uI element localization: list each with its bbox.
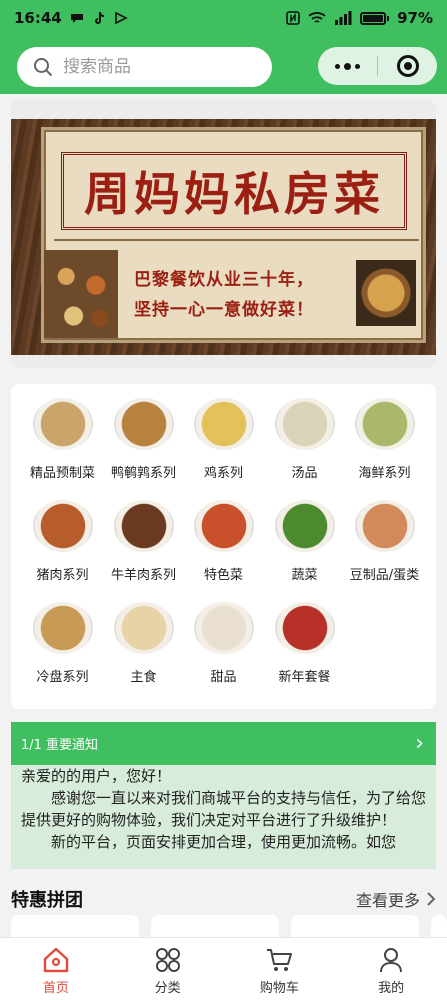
category-label: 特色菜 (203, 568, 243, 583)
category-image (193, 602, 254, 654)
category-image (32, 398, 93, 450)
banner-food-photo-right (356, 260, 416, 326)
close-mini-program-button[interactable] (378, 55, 437, 77)
notice-header[interactable]: 1/1 重要通知 › (11, 722, 436, 765)
category-label: 汤品 (291, 466, 318, 481)
target-close-icon (396, 55, 419, 77)
battery-icon (360, 11, 390, 25)
tab-label: 首页 (42, 981, 69, 996)
search-input[interactable] (63, 57, 243, 77)
banner-food-photo-left (44, 250, 118, 338)
category-item[interactable]: 猪肉系列 (20, 500, 105, 583)
category-item[interactable]: 特色菜 (181, 500, 266, 583)
category-image (193, 398, 254, 450)
category-image (113, 602, 174, 654)
category-image (274, 398, 335, 450)
category-image (354, 398, 415, 450)
battery-percent: 97% (397, 9, 433, 27)
category-grid: 精品预制菜 鸭鹌鹑系列 鸡系列 汤品 海鲜系列 猪肉系列 牛羊肉系列 特色菜 蔬… (11, 384, 436, 709)
category-item[interactable]: 蔬菜 (262, 500, 347, 583)
category-item[interactable]: 海鲜系列 (342, 398, 427, 481)
category-label: 蔬菜 (291, 568, 318, 583)
category-item[interactable]: 豆制品/蛋类 (342, 500, 427, 583)
category-item[interactable]: 甜品 (181, 602, 266, 685)
category-label: 猪肉系列 (36, 568, 89, 583)
play-store-icon (114, 12, 128, 24)
category-item[interactable]: 主食 (101, 602, 186, 685)
group-buy-header: 特惠拼团 查看更多 (11, 885, 436, 913)
notice-title: 1/1 重要通知 (21, 738, 99, 753)
chat-bubble-icon (70, 14, 83, 23)
banner-title-frame: 周妈妈私房菜 (61, 152, 407, 230)
category-image (274, 602, 335, 654)
tab-category[interactable]: 分类 (112, 938, 224, 1000)
category-image (113, 500, 174, 552)
signal-icon (335, 11, 352, 25)
group-buy-list (11, 915, 447, 945)
category-image (193, 500, 254, 552)
chevron-right-icon (427, 892, 436, 906)
header (0, 36, 447, 94)
chevron-right-icon: › (415, 731, 424, 756)
home-icon (43, 947, 69, 973)
category-image (32, 500, 93, 552)
tab-label: 分类 (154, 981, 181, 996)
search-box[interactable] (17, 47, 272, 87)
tab-home[interactable]: 首页 (0, 938, 112, 1000)
category-image (32, 602, 93, 654)
notice-paragraph: 新的平台，页面安排更加合理，使用更加流畅。如您 (51, 833, 397, 851)
wifi-icon (308, 12, 326, 23)
tab-mine[interactable]: 我的 (335, 938, 447, 1000)
notice-content: 亲爱的的用户，您好！ 感谢您一直以来对我们商城平台的支持与信任，为了给您提供更好… (11, 765, 436, 869)
category-label: 冷盘系列 (36, 670, 89, 685)
view-more-label: 查看更多 (355, 891, 420, 910)
category-label: 牛羊肉系列 (110, 568, 176, 583)
banner-signboard: 周妈妈私房菜 巴黎餐饮从业三十年， 坚持一心一意做好菜！ (41, 127, 426, 343)
category-label: 豆制品/蛋类 (349, 568, 420, 583)
category-label: 海鲜系列 (358, 466, 411, 481)
banner-divider (54, 239, 419, 241)
banner-title: 周妈妈私房菜 (84, 167, 384, 221)
notice-greeting: 亲爱的的用户，您好！ (21, 767, 172, 785)
cart-icon (267, 949, 293, 971)
category-label: 精品预制菜 (29, 466, 95, 481)
tab-label: 购物车 (259, 981, 299, 996)
category-image (274, 500, 335, 552)
user-icon (380, 948, 403, 973)
category-item[interactable]: 牛羊肉系列 (101, 500, 186, 583)
more-menu-button[interactable] (318, 47, 377, 85)
tab-cart[interactable]: 购物车 (224, 938, 336, 1000)
category-label: 主食 (130, 670, 157, 685)
group-buy-title: 特惠拼团 (11, 890, 83, 911)
mini-program-capsule (318, 47, 437, 85)
category-item[interactable]: 汤品 (262, 398, 347, 481)
promo-banner[interactable]: 周妈妈私房菜 巴黎餐饮从业三十年， 坚持一心一意做好菜！ (11, 119, 436, 355)
view-more-link[interactable]: 查看更多 (356, 887, 436, 911)
category-item[interactable]: 新年套餐 (262, 602, 347, 685)
category-image (354, 500, 415, 552)
category-item[interactable]: 鸡系列 (181, 398, 266, 481)
category-item[interactable]: 鸭鹌鹑系列 (101, 398, 186, 481)
banner-slogan: 巴黎餐饮从业三十年， 坚持一心一意做好菜！ (134, 265, 314, 325)
category-item[interactable]: 冷盘系列 (20, 602, 105, 685)
status-bar: 16:44 97% (0, 0, 447, 36)
category-label: 新年套餐 (278, 670, 331, 685)
search-icon (34, 58, 53, 77)
grid-icon (155, 948, 180, 972)
category-label: 甜品 (210, 670, 237, 685)
tiktok-icon (94, 12, 104, 24)
notice-paragraph: 感谢您一直以来对我们商城平台的支持与信任，为了给您提供更好的购物体验，我们决定对… (21, 789, 427, 829)
category-label: 鸭鹌鹑系列 (110, 466, 176, 481)
tab-label: 我的 (378, 981, 405, 996)
category-item[interactable]: 精品预制菜 (20, 398, 105, 481)
status-time: 16:44 (14, 9, 62, 27)
tab-bar: 首页 分类 购物车 我的 (0, 937, 447, 1000)
category-label: 鸡系列 (203, 466, 243, 481)
banner-slogan-line2: 坚持一心一意做好菜！ (134, 300, 314, 320)
nfc-icon (286, 11, 300, 25)
category-image (113, 398, 174, 450)
banner-slogan-line1: 巴黎餐饮从业三十年， (134, 270, 314, 290)
